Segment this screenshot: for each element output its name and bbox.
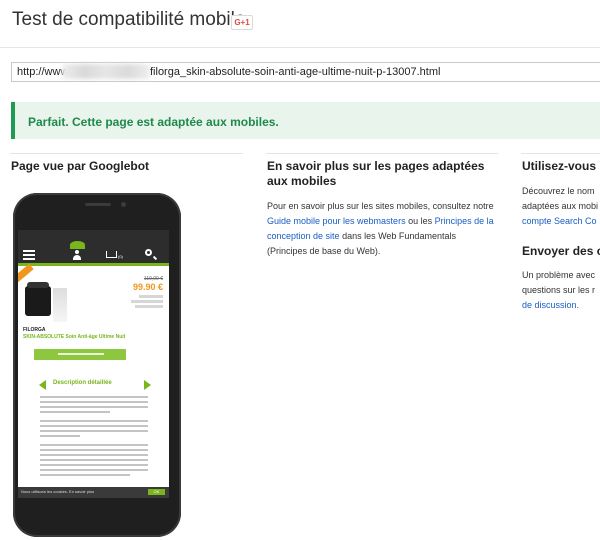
- paragraph-text: Pour en savoir plus sur les sites mobile…: [267, 201, 494, 211]
- user-icon: [72, 250, 82, 260]
- learn-more-paragraph: Pour en savoir plus sur les sites mobile…: [267, 199, 495, 259]
- section-divider: [521, 153, 600, 154]
- search-console-link[interactable]: compte Search Co: [522, 214, 597, 229]
- text-line: [40, 444, 148, 446]
- phone-speaker: [85, 203, 111, 206]
- site-toolbar: [18, 230, 169, 263]
- product-name: SKIN-ABSOLUTE Soin Anti-âge Ultime Nuit: [23, 334, 126, 340]
- url-prefix: http://www: [17, 66, 69, 78]
- text-line: [40, 401, 148, 403]
- cookie-text: Nous utilisons les cookies. En savoir pl…: [21, 489, 95, 494]
- right-text-line: Découvrez le nom: [522, 186, 595, 196]
- cookie-ok-button: OK: [148, 489, 165, 495]
- page-title: Test de compatibilité mobile: [12, 9, 246, 30]
- section-divider: [266, 153, 498, 154]
- product-brand: FILORGA: [23, 327, 46, 333]
- right-heading-2: Envoyer des c: [522, 244, 600, 258]
- toolbar-accent: [18, 263, 169, 266]
- right-heading-1: Utilisez-vous: [522, 159, 597, 173]
- product-image: [25, 282, 51, 316]
- phone-camera: [121, 202, 126, 207]
- text-line: [40, 469, 148, 471]
- paragraph-text: ou les: [405, 216, 435, 226]
- text-line: [40, 449, 148, 451]
- add-to-cart-label-line: [58, 353, 104, 355]
- right-text-line: Un problème avec: [522, 270, 596, 280]
- url-suffix: filorga_skin-absolute-soin-anti-age-ulti…: [150, 66, 441, 78]
- price-detail-line: [131, 300, 163, 303]
- text-line: [40, 459, 148, 461]
- product-price: 99.90 €: [132, 282, 163, 292]
- menu-icon: [23, 250, 35, 252]
- text-line: [40, 406, 148, 408]
- cart-count: (0): [118, 254, 123, 259]
- mobile-preview-screen: (0) 119,00 € 99.90 € FILORGA SKIN-ABSOLU…: [18, 230, 169, 498]
- search-icon: [145, 249, 152, 256]
- cart-icon: [106, 251, 117, 258]
- discussion-link[interactable]: de discussion.: [522, 298, 579, 313]
- product-reflection: [53, 288, 67, 322]
- section-divider: [10, 153, 243, 154]
- text-line: [40, 435, 80, 437]
- promo-ribbon: [18, 263, 34, 284]
- site-logo: [70, 241, 85, 249]
- text-line: [40, 474, 130, 476]
- right-text-line: questions sur les r: [522, 285, 596, 295]
- arrow-right-icon: [144, 380, 151, 390]
- text-line: [40, 411, 110, 413]
- text-line: [40, 454, 148, 456]
- price-detail-line: [139, 295, 163, 298]
- result-message: Parfait. Cette page est adaptée aux mobi…: [28, 115, 279, 129]
- price-detail-line: [135, 305, 163, 308]
- arrow-left-icon: [39, 380, 46, 390]
- header-divider: [0, 47, 600, 48]
- learn-more-heading: En savoir plus sur les pages adaptées au…: [267, 159, 485, 188]
- right-text-line: adaptées aux mobi: [522, 201, 599, 211]
- text-line: [40, 425, 148, 427]
- googlebot-heading: Page vue par Googlebot: [11, 159, 150, 173]
- url-redacted-blur: [62, 64, 150, 79]
- text-line: [40, 430, 148, 432]
- description-heading: Description détaillée: [53, 380, 112, 386]
- text-line: [40, 396, 148, 398]
- text-line: [40, 464, 148, 466]
- google-plus-button[interactable]: G+1: [231, 15, 253, 30]
- mobile-guide-link[interactable]: Guide mobile pour les webmasters: [267, 216, 406, 226]
- text-line: [40, 420, 148, 422]
